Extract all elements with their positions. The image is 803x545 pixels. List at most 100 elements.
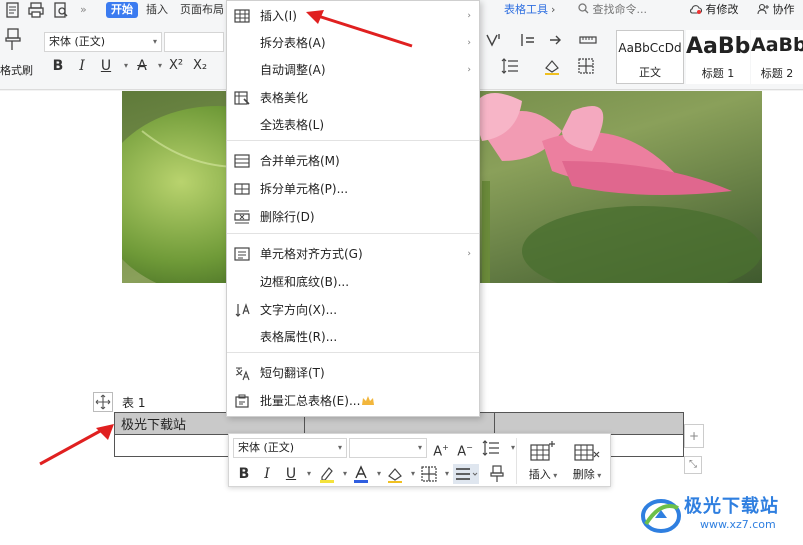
menu-item-label: 表格属性(R)... [260, 330, 338, 344]
modified-button[interactable]: 有修改 [689, 2, 739, 18]
underline-button[interactable]: U [96, 56, 116, 76]
subscript-button[interactable]: X₂ [190, 56, 210, 76]
mini-font-name-select[interactable]: 宋体 (正文) ▾ [233, 438, 347, 458]
shading-icon[interactable] [542, 56, 562, 76]
ruler-icon[interactable] [578, 30, 598, 50]
indent-icon[interactable] [546, 30, 566, 50]
style-heading-1[interactable]: AaBb 标题 1 [686, 30, 750, 84]
menu-item[interactable]: 全选表格(L) [227, 112, 479, 138]
bold-button[interactable]: B [48, 56, 68, 76]
print-icon[interactable] [27, 1, 45, 19]
collab-label: 协作 [772, 3, 795, 16]
table-delete-icon [574, 444, 600, 461]
watermark-name: 极光下载站 [684, 496, 779, 517]
borders-icon[interactable] [419, 464, 439, 484]
text-direction-icon [235, 303, 250, 317]
clear-format-icon[interactable] [484, 30, 504, 50]
font-name-select[interactable]: 宋体 (正文) ▾ [44, 32, 162, 52]
menu-item[interactable]: 短句翻译(T) [227, 360, 479, 386]
strikethrough-button[interactable]: A [132, 56, 152, 76]
style-preview: AaBbCcDd [618, 41, 682, 55]
menu-item[interactable]: 表格美化 [227, 85, 479, 111]
superscript-button[interactable]: X² [166, 56, 186, 76]
align-icon[interactable] [453, 464, 479, 484]
submenu-arrow-icon: › [467, 11, 471, 21]
style-normal[interactable]: AaBbCcDd 正文 [616, 30, 684, 84]
plus-icon: + [688, 429, 700, 443]
brush-icon[interactable] [487, 464, 507, 484]
menu-item-label: 合并单元格(M) [260, 154, 340, 168]
chevron-down-icon: ▾ [417, 443, 422, 452]
menu-item[interactable]: 边框和底纹(B)... [227, 269, 479, 295]
font-color-icon[interactable] [351, 464, 371, 484]
menu-item[interactable]: 拆分单元格(P)... [227, 176, 479, 202]
mini-font-size-select[interactable]: ▾ [349, 438, 427, 458]
menu-item-label: 删除行(D) [260, 210, 315, 224]
cell-align-icon [234, 247, 250, 261]
search-command[interactable]: 查找命令... [578, 2, 647, 18]
menu-item[interactable]: 文字方向(X)... [227, 297, 479, 323]
style-preview: AaBb [751, 34, 803, 56]
add-user-icon [757, 3, 769, 15]
borders-icon[interactable] [576, 56, 596, 76]
font-size-select[interactable] [164, 32, 224, 52]
line-spacing-dropdown-icon[interactable]: ▾ [503, 438, 523, 458]
mini-insert-label: 插入 ▾ [528, 468, 558, 481]
menu-item[interactable]: 批量汇总表格(E)... [227, 388, 479, 414]
mini-underline-button[interactable]: U [281, 464, 301, 484]
menu-item[interactable]: 自动调整(A) › [227, 57, 479, 83]
style-name: 标题 2 [760, 67, 794, 80]
menu-item-label: 单元格对齐方式(G) [260, 247, 363, 261]
merge-cells-icon [234, 154, 250, 168]
menu-item-label: 插入(I) [260, 9, 297, 23]
shrink-font-button[interactable]: A− [455, 438, 475, 459]
table-context-menu: 插入(I) › 拆分表格(A) › 自动调整(A) › 表格美化 全选表格(L) 合并单元格(M… [226, 0, 480, 417]
collab-button[interactable]: 协作 [757, 2, 795, 18]
style-heading-2[interactable]: AaBb 标题 2 [751, 30, 803, 84]
add-column-button[interactable]: + [684, 424, 704, 448]
submenu-arrow-icon: › [467, 65, 471, 75]
table-caption: 表 1 [122, 396, 146, 410]
table-move-handle[interactable] [93, 392, 113, 412]
table-insert-icon [234, 9, 250, 23]
line-spacing-icon[interactable] [481, 438, 501, 458]
tab-more[interactable]: » [80, 2, 87, 18]
tab-page-layout[interactable]: 页面布局 [180, 2, 226, 18]
mini-italic-button[interactable]: I [257, 464, 277, 484]
page-icon[interactable] [4, 1, 22, 19]
tab-start[interactable]: 开始 [106, 2, 138, 18]
table-cell[interactable] [494, 412, 684, 435]
mini-bold-button[interactable]: B [234, 464, 254, 484]
line-spacing-icon[interactable] [500, 56, 520, 76]
chevron-down-icon: ▾ [152, 37, 157, 46]
site-logo-icon [641, 499, 681, 533]
tab-scroll-right[interactable]: › [551, 2, 555, 18]
shading-icon[interactable] [385, 464, 405, 484]
mini-delete-button[interactable]: 删除 ▾ [567, 438, 607, 484]
menu-item-label: 短句翻译(T) [260, 366, 325, 380]
modified-label: 有修改 [705, 3, 739, 16]
table-resize-handle[interactable]: ⤡ [684, 456, 702, 474]
highlight-icon[interactable] [317, 464, 337, 484]
menu-item[interactable]: 删除行(D) [227, 204, 479, 230]
translate-icon [235, 367, 250, 381]
style-name: 正文 [639, 66, 661, 79]
underline-dropdown-icon[interactable]: ▾ [299, 464, 319, 484]
menu-item[interactable]: 单元格对齐方式(G) › [227, 241, 479, 267]
cloud-sync-icon [690, 5, 703, 14]
grow-font-button[interactable]: A+ [431, 438, 451, 459]
format-brush-label: 格式刷 [0, 64, 33, 77]
text-align-icon[interactable] [518, 30, 538, 50]
tab-insert[interactable]: 插入 [146, 2, 168, 18]
site-watermark: 极光下载站 www.xz7.com [640, 490, 803, 540]
menu-item[interactable]: 合并单元格(M) [227, 148, 479, 174]
batch-summary-icon [235, 394, 249, 408]
search-icon [578, 3, 589, 14]
chevron-down-icon: ▾ [337, 443, 342, 452]
mini-insert-button[interactable]: 插入 ▾ [523, 438, 563, 484]
menu-item[interactable]: 表格属性(R)... [227, 324, 479, 350]
italic-button[interactable]: I [72, 56, 92, 76]
print-preview-icon[interactable] [52, 1, 70, 19]
tab-table-tools[interactable]: 表格工具 [504, 2, 550, 18]
mini-delete-label: 删除 ▾ [572, 468, 602, 481]
